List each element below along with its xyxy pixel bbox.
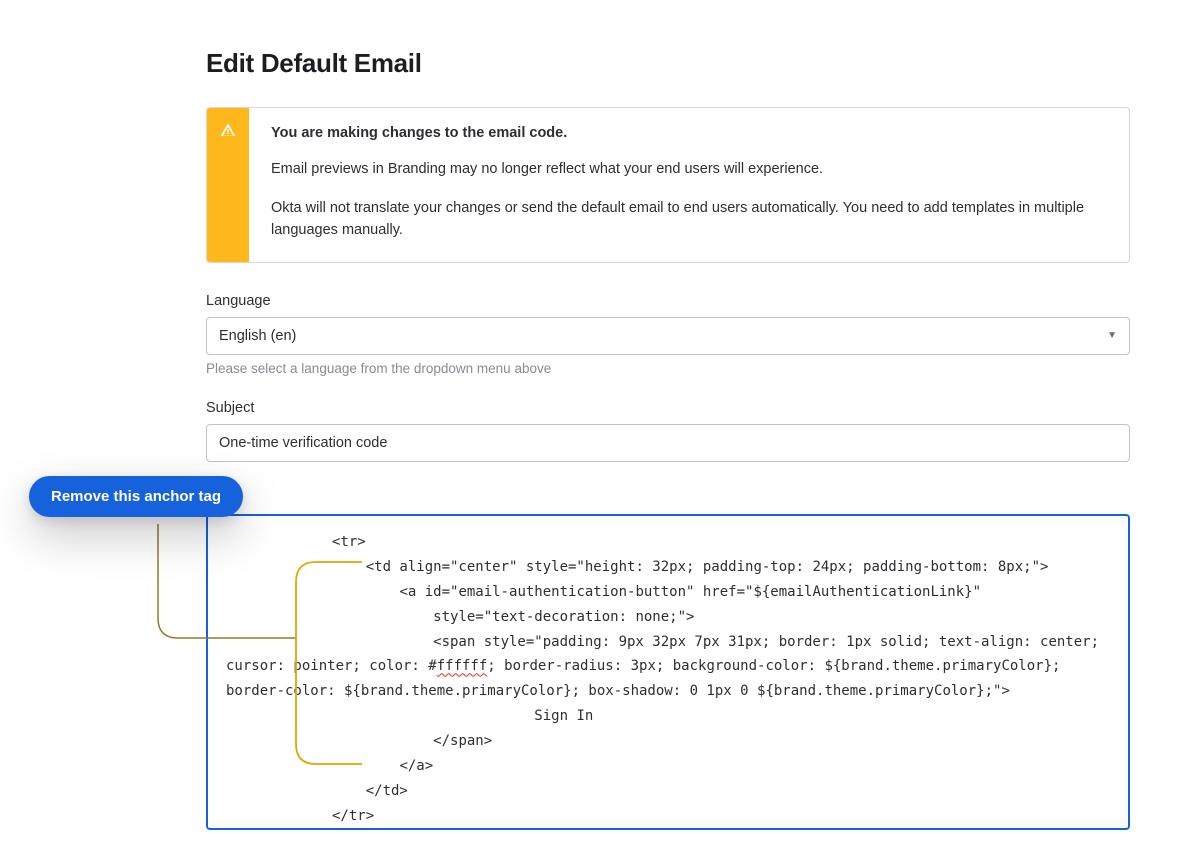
callout-label: Remove this anchor tag bbox=[51, 488, 221, 505]
code-line: <span style="padding: 9px 32px 7px 31px;… bbox=[226, 630, 1110, 705]
editor-card: Edit Default Email You are making change… bbox=[158, 0, 1178, 840]
warning-stripe bbox=[207, 108, 249, 262]
warning-alert: You are making changes to the email code… bbox=[206, 107, 1130, 263]
page-title: Edit Default Email bbox=[206, 48, 1130, 79]
warning-line-2: Okta will not translate your changes or … bbox=[271, 197, 1107, 242]
code-line: <td align="center" style="height: 32px; … bbox=[226, 555, 1110, 580]
code-line: </span> bbox=[226, 729, 1110, 754]
warning-title: You are making changes to the email code… bbox=[271, 122, 1107, 144]
code-line: </td> bbox=[226, 779, 1110, 804]
code-line: <tr> bbox=[226, 530, 1110, 555]
warning-body: You are making changes to the email code… bbox=[249, 108, 1129, 262]
language-select-value: English (en) bbox=[219, 328, 296, 344]
chevron-down-icon: ▼ bbox=[1107, 330, 1117, 341]
code-line: </tr> bbox=[226, 804, 1110, 829]
code-line: </a> bbox=[226, 754, 1110, 779]
subject-input[interactable] bbox=[206, 424, 1130, 462]
subject-label: Subject bbox=[206, 400, 1130, 416]
code-line: Sign In bbox=[226, 704, 1110, 729]
language-help-text: Please select a language from the dropdo… bbox=[206, 361, 1130, 376]
language-label: Language bbox=[206, 293, 1130, 309]
warning-line-1: Email previews in Branding may no longer… bbox=[271, 158, 1107, 180]
callout-remove-anchor: Remove this anchor tag bbox=[29, 476, 243, 517]
subject-field: Subject bbox=[206, 400, 1130, 462]
code-line: <a id="email-authentication-button" href… bbox=[226, 580, 1110, 605]
language-field: Language English (en) ▼ Please select a … bbox=[206, 293, 1130, 376]
email-code-editor[interactable]: <tr> <td align="center" style="height: 3… bbox=[206, 514, 1130, 830]
warning-icon bbox=[220, 122, 236, 262]
language-select[interactable]: English (en) ▼ bbox=[206, 317, 1130, 355]
code-line: style="text-decoration: none;"> bbox=[226, 605, 1110, 630]
